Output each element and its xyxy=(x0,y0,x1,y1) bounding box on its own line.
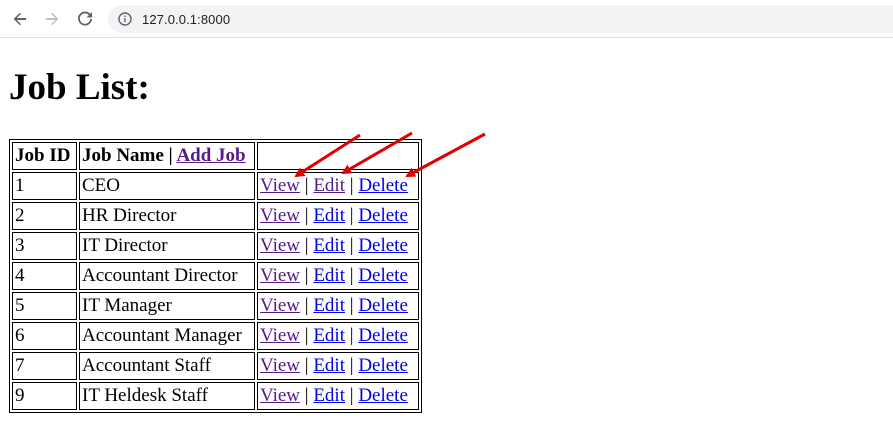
actions-cell: View | Edit | Delete xyxy=(257,292,419,320)
edit-link[interactable]: Edit xyxy=(313,385,345,406)
action-separator: | xyxy=(304,355,309,376)
action-separator: | xyxy=(304,385,309,406)
action-separator: | xyxy=(349,355,354,376)
edit-link[interactable]: Edit xyxy=(313,295,345,316)
table-header-row: Job ID Job Name | Add Job xyxy=(12,142,419,170)
action-separator: | xyxy=(349,385,354,406)
action-separator: | xyxy=(349,235,354,256)
add-job-link[interactable]: Add Job xyxy=(176,145,245,166)
action-separator: | xyxy=(349,295,354,316)
arrow-left-icon xyxy=(13,12,26,26)
delete-link[interactable]: Delete xyxy=(358,295,408,316)
job-id-cell: 2 xyxy=(12,202,77,230)
view-link[interactable]: View xyxy=(260,175,300,196)
job-name-cell: Accountant Manager xyxy=(79,322,255,350)
job-name-cell: CEO xyxy=(79,172,255,200)
action-separator: | xyxy=(349,175,354,196)
delete-link[interactable]: Delete xyxy=(358,265,408,286)
table-row: 6 Accountant Manager View | Edit | Delete xyxy=(12,322,419,350)
job-name-cell: HR Director xyxy=(79,202,255,230)
action-separator: | xyxy=(304,175,309,196)
table-row: 2 HR Director View | Edit | Delete xyxy=(12,202,419,230)
edit-link[interactable]: Edit xyxy=(313,355,345,376)
table-row: 3 IT Director View | Edit | Delete xyxy=(12,232,419,260)
header-job-name-label: Job Name | xyxy=(82,145,173,166)
actions-cell: View | Edit | Delete xyxy=(257,352,419,380)
table-row: 1 CEO View | Edit | Delete xyxy=(12,172,419,200)
table-row: 4 Accountant Director View | Edit | Delete xyxy=(12,262,419,290)
delete-link[interactable]: Delete xyxy=(358,385,408,406)
edit-link[interactable]: Edit xyxy=(313,265,345,286)
job-id-cell: 1 xyxy=(12,172,77,200)
delete-link[interactable]: Delete xyxy=(358,355,408,376)
view-link[interactable]: View xyxy=(260,385,300,406)
job-name-cell: IT Heldesk Staff xyxy=(79,382,255,410)
edit-link[interactable]: Edit xyxy=(313,175,345,196)
job-name-cell: Accountant Staff xyxy=(79,352,255,380)
delete-link[interactable]: Delete xyxy=(358,325,408,346)
job-table-body: 1 CEO View | Edit | Delete 2 HR Director View… xyxy=(12,172,419,410)
header-job-name: Job Name | Add Job xyxy=(79,142,255,170)
actions-cell: View | Edit | Delete xyxy=(257,172,419,200)
job-id-cell: 3 xyxy=(12,232,77,260)
edit-link[interactable]: Edit xyxy=(313,235,345,256)
action-separator: | xyxy=(304,325,309,346)
reload-icon xyxy=(78,11,92,26)
edit-link[interactable]: Edit xyxy=(313,325,345,346)
job-id-cell: 5 xyxy=(12,292,77,320)
action-separator: | xyxy=(349,325,354,346)
table-row: 7 Accountant Staff View | Edit | Delete xyxy=(12,352,419,380)
table-row: 9 IT Heldesk Staff View | Edit | Delete xyxy=(12,382,419,410)
actions-cell: View | Edit | Delete xyxy=(257,322,419,350)
actions-cell: View | Edit | Delete xyxy=(257,202,419,230)
header-actions xyxy=(257,142,419,170)
view-link[interactable]: View xyxy=(260,295,300,316)
action-separator: | xyxy=(349,265,354,286)
delete-link[interactable]: Delete xyxy=(358,205,408,226)
job-table: Job ID Job Name | Add Job 1 CEO View | Edi… xyxy=(9,139,422,413)
table-row: 5 IT Manager View | Edit | Delete xyxy=(12,292,419,320)
view-link[interactable]: View xyxy=(260,355,300,376)
job-id-cell: 4 xyxy=(12,262,77,290)
header-job-id: Job ID xyxy=(12,142,77,170)
view-link[interactable]: View xyxy=(260,265,300,286)
job-name-cell: IT Manager xyxy=(79,292,255,320)
back-button[interactable] xyxy=(9,8,31,30)
delete-link[interactable]: Delete xyxy=(358,235,408,256)
actions-cell: View | Edit | Delete xyxy=(257,382,419,410)
edit-link[interactable]: Edit xyxy=(313,205,345,226)
action-separator: | xyxy=(304,205,309,226)
actions-cell: View | Edit | Delete xyxy=(257,232,419,260)
arrow-right-icon xyxy=(46,12,59,26)
view-link[interactable]: View xyxy=(260,235,300,256)
action-separator: | xyxy=(304,235,309,256)
action-separator: | xyxy=(349,205,354,226)
page-title: Job List: xyxy=(9,67,150,108)
job-id-cell: 7 xyxy=(12,352,77,380)
actions-cell: View | Edit | Delete xyxy=(257,262,419,290)
delete-link[interactable]: Delete xyxy=(358,175,408,196)
job-name-cell: Accountant Director xyxy=(79,262,255,290)
job-name-cell: IT Director xyxy=(79,232,255,260)
view-link[interactable]: View xyxy=(260,205,300,226)
action-separator: | xyxy=(304,295,309,316)
job-id-cell: 6 xyxy=(12,322,77,350)
address-bar[interactable]: 127.0.0.1:8000 xyxy=(108,5,893,33)
job-id-cell: 9 xyxy=(12,382,77,410)
browser-toolbar: 127.0.0.1:8000 xyxy=(0,0,893,38)
url-text: 127.0.0.1:8000 xyxy=(142,11,231,27)
view-link[interactable]: View xyxy=(260,325,300,346)
forward-button[interactable] xyxy=(41,8,63,30)
action-separator: | xyxy=(304,265,309,286)
reload-button[interactable] xyxy=(74,8,96,30)
info-circle-icon[interactable] xyxy=(118,12,132,26)
